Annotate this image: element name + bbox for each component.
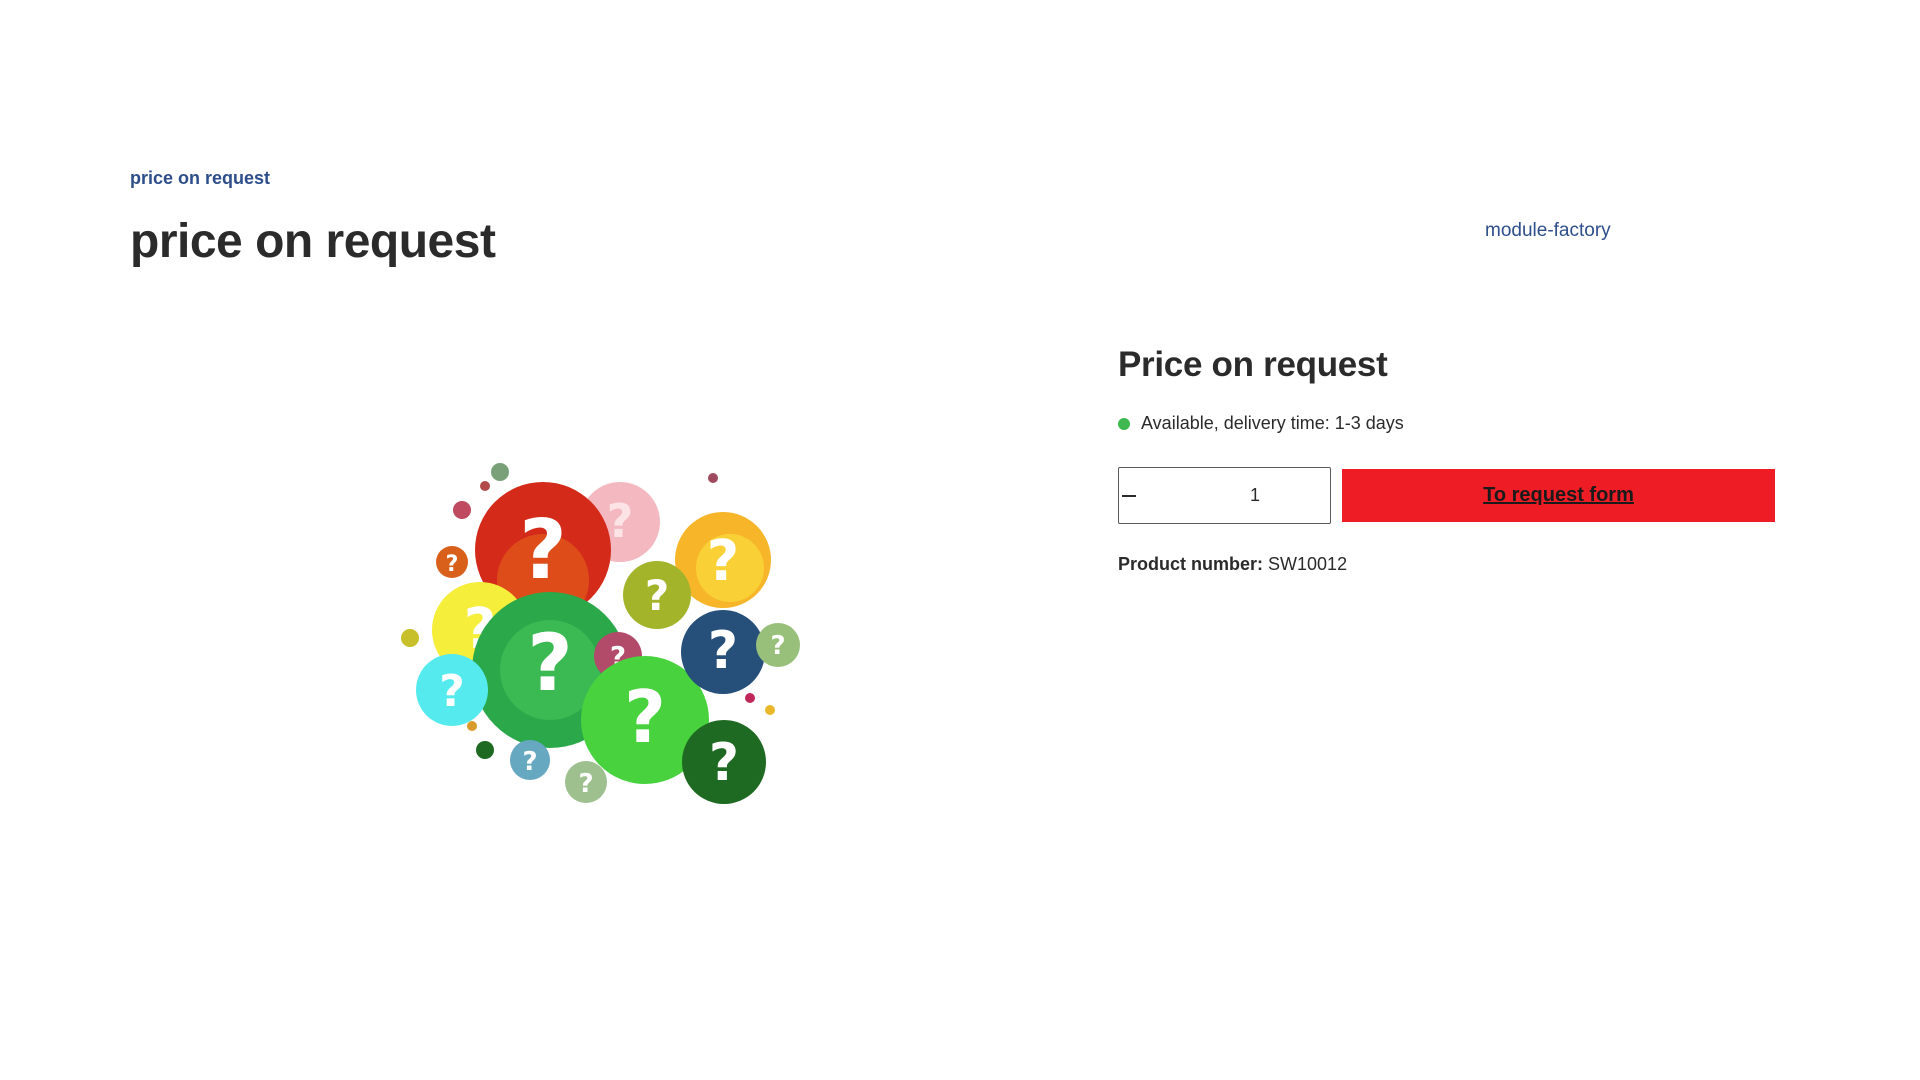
svg-text:?: ?	[439, 666, 465, 717]
product-number-label: Product number:	[1118, 554, 1264, 574]
svg-text:?: ?	[527, 619, 572, 709]
svg-text:?: ?	[645, 571, 669, 620]
quantity-stepper	[1118, 467, 1388, 524]
svg-text:?: ?	[578, 769, 593, 799]
svg-text:?: ?	[624, 675, 666, 759]
question-marks-image: ? ? ? ? ? ? ? ? ? ? ? ? ? ? ?	[401, 463, 800, 804]
page-title: price on request	[130, 215, 496, 268]
svg-text:?: ?	[709, 733, 739, 793]
decrease-quantity-button[interactable]	[1119, 468, 1139, 523]
svg-text:?: ?	[708, 621, 738, 681]
svg-text:?: ?	[607, 494, 634, 548]
delivery-text: Available, delivery time: 1-3 days	[1141, 413, 1404, 433]
product-number-value: SW10012	[1268, 554, 1348, 574]
delivery-info: Available, delivery time: 1-3 days	[1118, 413, 1778, 434]
manufacturer-link[interactable]: module-factory	[1485, 220, 1611, 242]
svg-text:?: ?	[522, 747, 537, 777]
svg-text:?: ?	[770, 631, 785, 661]
breadcrumb-link[interactable]: price on request	[130, 168, 270, 189]
svg-text:?: ?	[519, 503, 567, 598]
request-form-button[interactable]: To request form	[1342, 469, 1775, 522]
product-image[interactable]: ? ? ? ? ? ? ? ? ? ? ? ? ? ? ?	[400, 460, 800, 820]
svg-text:?: ?	[707, 529, 739, 594]
quantity-input[interactable]	[1139, 468, 1371, 523]
buy-row: To request form	[1118, 467, 1778, 524]
product-number: Product number: SW10012	[1118, 554, 1778, 575]
svg-text:?: ?	[446, 552, 459, 577]
minus-icon	[1122, 494, 1136, 497]
availability-dot-icon	[1118, 417, 1130, 430]
buy-box: Price on request Available, delivery tim…	[1118, 345, 1778, 575]
product-price: Price on request	[1118, 345, 1388, 384]
